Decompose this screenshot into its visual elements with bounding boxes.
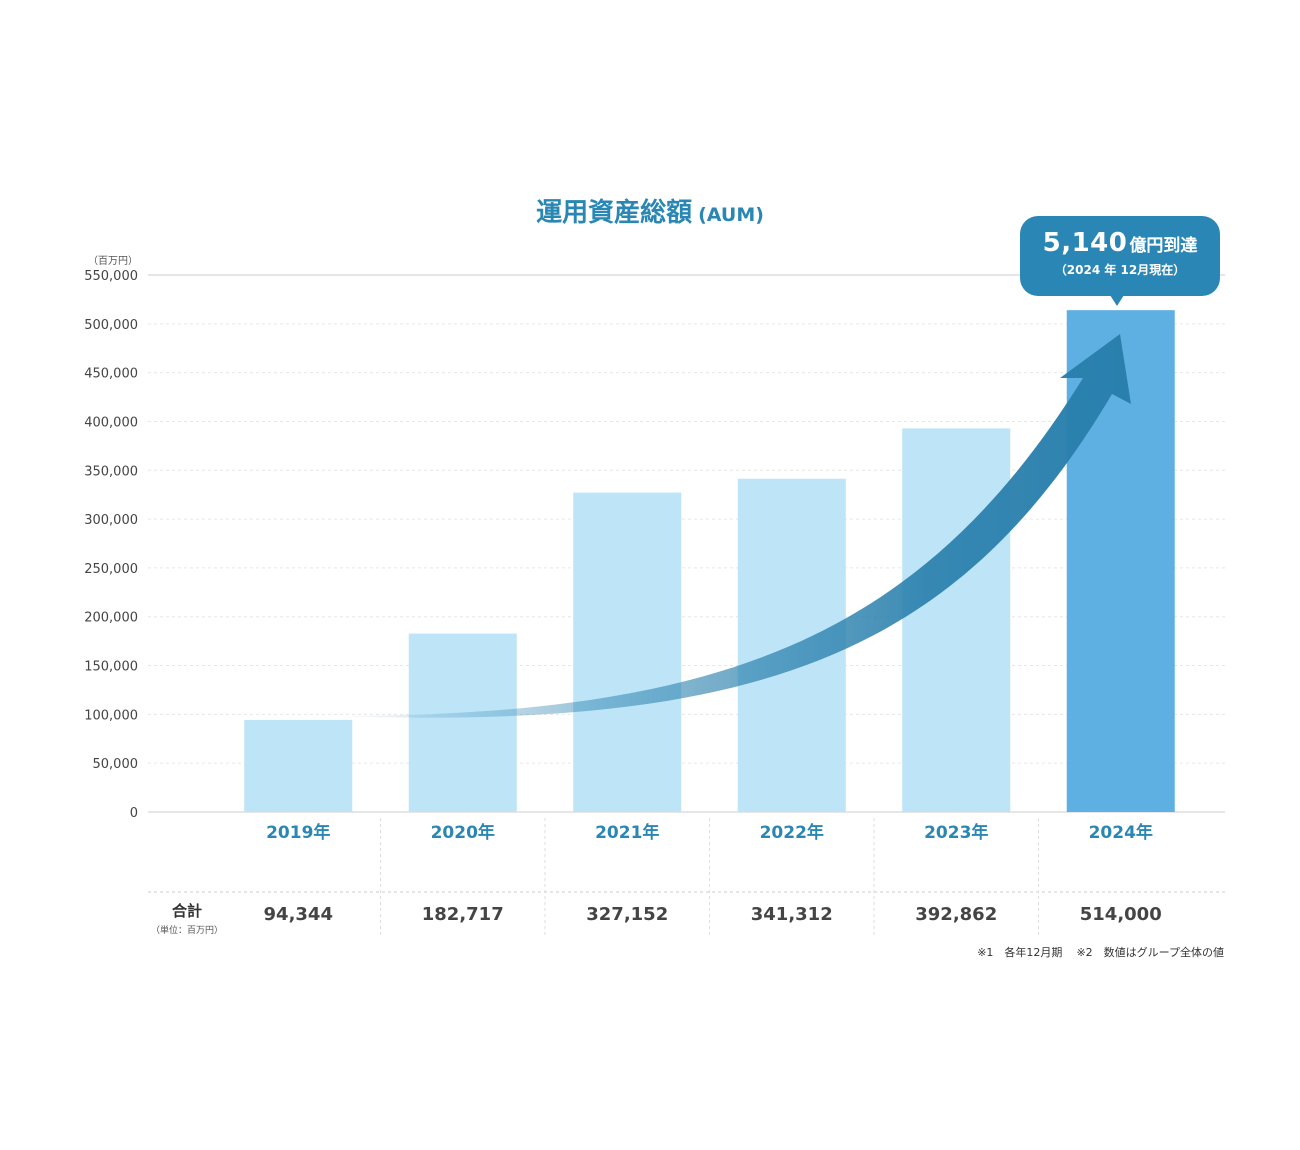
total-row-label: 合計 （単位：百万円）	[148, 900, 226, 936]
callout-value: 5,140	[1042, 228, 1128, 258]
y-tick-label: 400,000	[84, 415, 138, 430]
total-value: 514,000	[1080, 904, 1162, 925]
total-value: 182,717	[422, 904, 504, 925]
total-value: 392,862	[915, 904, 997, 925]
footnotes: ※1 各年12月期 ※2 数値はグループ全体の値	[963, 944, 1224, 960]
total-label: 合計	[171, 902, 202, 920]
total-value: 341,312	[751, 904, 833, 925]
y-tick-label: 550,000	[84, 269, 138, 284]
y-axis-unit: （百万円）	[88, 256, 138, 267]
x-category-label: 2019年	[266, 822, 330, 843]
milestone-callout: 5,140 億円到達 （2024 年 12月現在）	[1020, 216, 1220, 306]
x-category-label: 2024年	[1089, 822, 1153, 843]
bar-2021年	[573, 492, 682, 812]
y-tick-label: 350,000	[84, 464, 138, 479]
bar-2020年	[408, 633, 517, 812]
y-tick-label: 200,000	[84, 611, 138, 626]
chart-title-main: 運用資産総額	[536, 198, 693, 228]
y-tick-label: 100,000	[84, 708, 138, 723]
x-category-label: 2022年	[760, 822, 824, 843]
total-value: 327,152	[586, 904, 668, 925]
footnote-2: ※2 数値はグループ全体の値	[1076, 946, 1224, 959]
x-category-label: 2020年	[431, 822, 495, 843]
footnote-1: ※1 各年12月期	[977, 946, 1063, 959]
y-tick-label: 0	[130, 806, 138, 821]
x-category-label: 2021年	[595, 822, 659, 843]
aum-bar-chart: 0 50,000 100,000 150,000 200,000 250,000 300,0…	[84, 269, 1225, 936]
callout-text: 億円到達	[1129, 236, 1198, 256]
chart-title-sub: (AUM)	[698, 204, 764, 226]
total-value: 94,344	[264, 904, 333, 925]
callout-subtext: （2024 年 12月現在）	[1054, 263, 1186, 277]
x-category-label: 2023年	[924, 822, 988, 843]
y-tick-label: 450,000	[84, 367, 138, 382]
y-tick-label: 250,000	[84, 562, 138, 577]
y-tick-label: 50,000	[93, 757, 139, 772]
bar-2023年	[902, 428, 1011, 812]
bar-2019年	[244, 719, 353, 812]
y-tick-label: 300,000	[84, 513, 138, 528]
y-tick-label: 150,000	[84, 660, 138, 675]
y-tick-label: 500,000	[84, 318, 138, 333]
total-sublabel: （単位：百万円）	[150, 926, 223, 936]
